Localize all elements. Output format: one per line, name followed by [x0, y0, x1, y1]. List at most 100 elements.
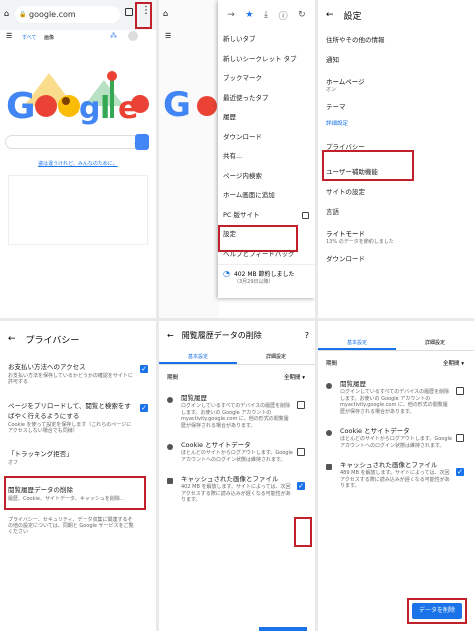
- bookmark-star-icon[interactable]: ★: [245, 10, 253, 20]
- entry-history[interactable]: 閲覧履歴 ログインしているすべてのデバイスの履歴を削除します。お使いの Goog…: [318, 375, 474, 418]
- svg-text:l: l: [100, 91, 110, 126]
- tab-advanced[interactable]: 詳細設定: [237, 349, 315, 364]
- entry-history[interactable]: 閲覧履歴 ログインしているすべてのデバイスの履歴を削除します。お使いの Goog…: [159, 389, 315, 432]
- settings-row-lite-mode[interactable]: ライトモード 13% のデータを節約しました: [318, 222, 474, 249]
- homepage-label: ホームページ: [326, 78, 365, 86]
- desktop-site-checkbox[interactable]: [302, 211, 309, 219]
- privacy-item-payment[interactable]: お支払い方法へのアクセス お支払い方法を保存しているかどうかの確認をサイトに許可…: [0, 357, 156, 390]
- settings-highlight: [218, 225, 298, 252]
- search-button[interactable]: [135, 134, 149, 150]
- cookies-checkbox[interactable]: [297, 448, 305, 456]
- history-checkbox[interactable]: [456, 387, 464, 395]
- download-icon[interactable]: ⤓: [264, 10, 268, 20]
- menu-item-share[interactable]: 共有...: [218, 147, 315, 167]
- menu-item-add-home[interactable]: ホーム画面に追加: [218, 186, 315, 206]
- cache-checkbox-highlight: [294, 517, 312, 547]
- help-icon[interactable]: ?: [305, 331, 309, 340]
- preload-checkbox[interactable]: ✓: [140, 403, 148, 412]
- history-icon: [326, 383, 332, 389]
- privacy-highlight: [322, 150, 414, 181]
- page-title: 閲覧履歴データの削除: [181, 330, 262, 340]
- payment-checkbox[interactable]: ✓: [140, 365, 148, 373]
- settings-row-notifications[interactable]: 通知: [318, 50, 474, 70]
- period-label: 期間: [326, 361, 338, 367]
- entry-cache[interactable]: キャッシュされた画像とファイル 489 MB を解放します。サイトによっては、次…: [318, 456, 474, 493]
- lite-label: ライトモード: [326, 230, 365, 238]
- nav-all[interactable]: すべて: [22, 34, 36, 41]
- period-select[interactable]: 期間 全期間 ▾: [318, 351, 474, 375]
- svg-text:G: G: [6, 86, 36, 127]
- settings-row-languages[interactable]: 言語: [318, 202, 474, 222]
- settings-row-site-settings[interactable]: サイトの設定: [318, 182, 474, 202]
- forward-icon[interactable]: →: [227, 10, 235, 20]
- hamburger-icon[interactable]: ☰: [6, 32, 12, 40]
- menu-item-history[interactable]: 履歴: [218, 108, 315, 128]
- clear-data-tabs: 基本設定 詳細設定: [318, 335, 474, 351]
- info-icon[interactable]: ⓘ: [279, 9, 288, 22]
- menu-item-recent-tabs[interactable]: 最近使ったタブ: [218, 89, 315, 109]
- tab-count-icon[interactable]: [125, 8, 133, 16]
- entry-cache[interactable]: キャッシュされた画像とファイル 402 MB を解放します。サイトによっては、次…: [159, 470, 315, 507]
- tab-basic[interactable]: 基本設定: [159, 349, 237, 364]
- history-checkbox[interactable]: [297, 401, 305, 409]
- chrome-menu-panel: ⌂ ☰ G → ★ ⤓ ⓘ ↻ 新しいタブ 新しいシークレット タブ ブックマー…: [159, 0, 315, 318]
- home-icon[interactable]: ⌂: [4, 9, 9, 18]
- settings-row-homepage[interactable]: ホームページ オン: [318, 70, 474, 97]
- menu-item-bookmarks[interactable]: ブックマーク: [218, 69, 315, 89]
- page-title: プライバシー: [25, 335, 80, 346]
- menu-item-new-tab[interactable]: 新しいタブ: [218, 30, 315, 50]
- item-desc: Cookie を使って設定を保存します（これらのページにアクセスしない場合でも同…: [8, 421, 132, 434]
- menu-item-desktop-site[interactable]: PC 版サイト: [218, 206, 315, 226]
- google-doodle[interactable]: G g l e: [4, 58, 152, 128]
- nav-images[interactable]: 画像: [44, 34, 54, 41]
- tab-basic[interactable]: 基本設定: [318, 335, 396, 350]
- avatar[interactable]: [128, 31, 138, 41]
- desktop-site-label: PC 版サイト: [223, 210, 260, 219]
- item-title: ページをプリロードして、閲覧と検索をすばやく行えるようにする: [8, 401, 131, 420]
- search-input[interactable]: 🎤: [5, 135, 148, 149]
- back-arrow-icon[interactable]: ←: [326, 10, 334, 20]
- menu-toolbar: → ★ ⤓ ⓘ ↻: [218, 0, 315, 30]
- period-value: 全期間: [442, 361, 460, 367]
- settings-row-addresses[interactable]: 住所やその他の情報: [318, 30, 474, 50]
- menu-highlight: [135, 2, 152, 29]
- entry-cookies[interactable]: Cookie とサイトデータ ほとんどのサイトからログアウトします。Google…: [159, 436, 315, 466]
- entry-desc: ほとんどのサイトからログアウトします。Google アカウントへのログイン状態は…: [340, 436, 452, 449]
- history-icon: [167, 397, 173, 403]
- settings-row-theme[interactable]: テーマ: [318, 97, 474, 117]
- entry-cookies[interactable]: Cookie とサイトデータ ほとんどのサイトからログアウトします。Google…: [318, 422, 474, 452]
- tab-advanced[interactable]: 詳細設定: [396, 335, 474, 350]
- privacy-item-preload[interactable]: ページをプリロードして、閲覧と検索をすばやく行えるようにする Cookie を使…: [0, 396, 156, 439]
- chevron-down-icon: ▾: [302, 375, 305, 381]
- clear-button-edge[interactable]: [259, 627, 307, 631]
- back-arrow-icon[interactable]: ←: [8, 334, 16, 344]
- entry-desc: 402 MB を解放します。サイトによっては、次回アクセスする際に読み込みが遅く…: [181, 484, 291, 503]
- doodle-link[interactable]: 姿は違うけれど、みんなのために。: [0, 160, 156, 167]
- url-bar[interactable]: 🔒 google.com: [15, 6, 120, 23]
- hamburger-icon[interactable]: ☰: [165, 32, 171, 40]
- period-label: 期間: [167, 375, 179, 381]
- period-select[interactable]: 期間 全期間 ▾: [159, 365, 315, 389]
- cookies-checkbox[interactable]: [456, 434, 464, 442]
- data-saver-summary[interactable]: ◔ 402 MB 節約しました （3月29日以降）: [218, 264, 315, 289]
- saved-sub: （3月29日以降）: [233, 279, 274, 285]
- feed-card[interactable]: [8, 175, 148, 245]
- menu-item-find[interactable]: ページ内検索: [218, 167, 315, 187]
- back-arrow-icon[interactable]: ←: [167, 331, 174, 340]
- page-title: 設定: [343, 11, 362, 22]
- menu-item-incognito[interactable]: 新しいシークレット タブ: [218, 50, 315, 70]
- apps-icon[interactable]: ⁂: [110, 32, 117, 40]
- refresh-icon[interactable]: ↻: [298, 10, 306, 20]
- cache-checkbox[interactable]: ✓: [297, 482, 305, 490]
- entry-desc: 489 MB を解放します。サイトによっては、次回アクセスする際に読み込みが遅く…: [340, 470, 450, 489]
- cache-checkbox[interactable]: ✓: [456, 468, 464, 476]
- privacy-item-dnt[interactable]: 「トラッキング拒否」 オフ: [0, 444, 156, 470]
- home-icon[interactable]: ⌂: [163, 9, 168, 18]
- settings-header: ← 設定: [318, 0, 474, 30]
- menu-item-downloads[interactable]: ダウンロード: [218, 128, 315, 148]
- clear-data-panel-2: 基本設定 詳細設定 期間 全期間 ▾ 閲覧履歴 ログインしているすべてのデバイス…: [318, 321, 474, 631]
- settings-panel: ← 設定 住所やその他の情報 通知 ホームページ オン テーマ 詳細設定 プライ…: [318, 0, 474, 318]
- homepage-state: オン: [326, 87, 337, 93]
- settings-row-downloads[interactable]: ダウンロード: [318, 249, 474, 269]
- item-desc: オフ: [8, 460, 19, 466]
